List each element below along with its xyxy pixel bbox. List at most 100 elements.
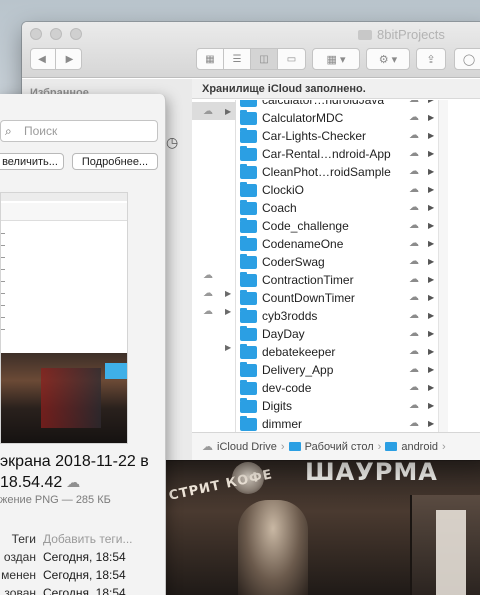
search-field[interactable]: ⌕ Поиск [0,120,158,142]
disclosure-arrow-icon: ▶ [428,113,435,122]
folder-row[interactable]: debatekeeper ☁ ▶ [236,344,438,362]
forward-arrow-icon[interactable]: ▶ [56,49,83,69]
tags-button[interactable]: ◯ [454,48,480,70]
folder-name: CleanPhot…roidSample [262,165,391,179]
folder-name: Code_challenge [262,219,349,233]
close-button[interactable] [30,28,42,40]
parent-column[interactable]: ☁ ▶ ☁ ☁ ▶ ☁ ▶ ▶ [192,100,236,432]
view-mode-control[interactable]: ▦ ☰ ◫ ▭ [196,48,306,70]
group-button[interactable]: ▦ ▾ [312,48,360,70]
folder-row[interactable]: CalculatorMDC ☁ ▶ [236,110,438,128]
next-column[interactable] [448,100,480,432]
cloud-download-icon[interactable]: ☁ [409,202,419,213]
cloud-icon: ☁ [203,305,213,317]
disclosure-arrow-icon: ▶ [428,275,435,284]
folder-row[interactable]: Digits ☁ ▶ [236,398,438,416]
folder-icon [240,110,257,125]
folder-row[interactable]: calculator…ndroidJava ☁ ▶ [236,100,438,110]
path-item-desktop[interactable]: Рабочий стол [305,441,374,453]
cloud-icon: ☁ [203,287,213,299]
cloud-download-icon[interactable]: ☁ [409,220,419,231]
folder-name: CalculatorMDC [262,111,344,125]
cloud-download-icon[interactable]: ☁ [409,112,419,123]
folder-name: Coach [262,201,297,215]
disclosure-arrow-icon: ▶ [428,419,435,428]
cloud-download-icon[interactable]: ☁ [409,100,419,105]
cloud-download-icon[interactable]: ☁ [409,166,419,177]
path-item-icloud-drive[interactable]: iCloud Drive [217,441,277,453]
folder-name: ContractionTimer [262,273,354,287]
folder-icon [385,442,398,451]
disclosure-arrow-icon: ▶ [428,293,435,302]
parent-column-row[interactable]: ▶ [192,338,236,356]
folder-icon [240,236,257,251]
thumbnail-sign [105,363,127,379]
folder-row[interactable]: Delivery_App ☁ ▶ [236,362,438,380]
folder-row[interactable]: cyb3rodds ☁ ▶ [236,308,438,326]
folder-name: Digits [262,399,293,413]
folder-row[interactable]: dev-code ☁ ▶ [236,380,438,398]
path-item-android[interactable]: android [401,441,438,453]
share-icon: ⇪ [426,53,436,66]
minimize-button[interactable] [50,28,62,40]
folder-icon [240,290,257,305]
folder-row[interactable]: CodenameOne ☁ ▶ [236,236,438,254]
folder-row[interactable]: Code_challenge ☁ ▶ [236,218,438,236]
shop-door [436,510,466,595]
title-bar[interactable]: 8bitProjects ◀ ▶ ▦ ☰ ◫ ▭ ▦ ▾ ⚙ ▾ ⇪ ◯ [22,22,480,78]
cloud-download-icon[interactable]: ☁ [409,256,419,267]
parent-column-selected-row[interactable]: ☁ ▶ [192,102,236,120]
back-forward-control[interactable]: ◀ ▶ [30,48,82,70]
back-arrow-icon[interactable]: ◀ [29,49,56,69]
folder-name: CodenameOne [262,237,344,251]
column-view-icon[interactable]: ◫ [251,49,278,69]
scrollbar[interactable] [438,100,448,432]
cloud-download-icon[interactable]: ☁ [409,310,419,321]
disclosure-arrow-icon: ▶ [428,365,435,374]
folder-row[interactable]: ContractionTimer ☁ ▶ [236,272,438,290]
cloud-download-icon[interactable]: ☁ [409,364,419,375]
folder-list-column[interactable]: calculator…ndroidJava☁▶CalculatorMDC☁▶Ca… [236,100,438,432]
cloud-download-icon[interactable]: ☁ [409,400,419,411]
folder-icon [240,200,257,215]
gallery-view-icon[interactable]: ▭ [278,49,305,69]
folder-row[interactable]: CoderSwag ☁ ▶ [236,254,438,272]
folder-row[interactable]: Coach ☁ ▶ [236,200,438,218]
sign-shawarma: ШАУРМА [305,458,438,486]
path-separator: › [442,440,446,453]
zoom-in-button[interactable]: величить... [0,153,64,170]
disclosure-arrow-icon: ▶ [428,383,435,392]
cloud-download-icon[interactable]: ☁ [409,328,419,339]
zoom-button[interactable] [70,28,82,40]
folder-row[interactable]: Car-Lights-Checker ☁ ▶ [236,128,438,146]
share-button[interactable]: ⇪ [416,48,446,70]
folder-row[interactable]: dimmer ☁ ▶ [236,416,438,432]
search-icon: ⌕ [5,124,12,138]
parent-column-row[interactable]: ☁ [192,266,236,284]
folder-row[interactable]: CountDownTimer ☁ ▶ [236,290,438,308]
cloud-download-icon[interactable]: ☁ [409,346,419,357]
folder-row[interactable]: ClockiO ☁ ▶ [236,182,438,200]
cloud-download-icon[interactable]: ☁ [409,238,419,249]
cloud-download-icon[interactable]: ☁ [409,184,419,195]
cloud-download-icon[interactable]: ☁ [409,382,419,393]
cloud-download-icon[interactable]: ☁ [409,292,419,303]
cloud-download-icon[interactable]: ☁ [409,148,419,159]
list-view-icon[interactable]: ☰ [224,49,251,69]
parent-column-row[interactable]: ☁ ▶ [192,284,236,302]
more-info-button[interactable]: Подробнее... [72,153,158,170]
action-button[interactable]: ⚙ ▾ [366,48,410,70]
parent-column-row[interactable]: ☁ ▶ [192,302,236,320]
metadata-key: оздан [3,550,36,564]
cloud-download-icon[interactable]: ☁ [409,130,419,141]
folder-row[interactable]: DayDay ☁ ▶ [236,326,438,344]
folder-row[interactable]: CleanPhot…roidSample ☁ ▶ [236,164,438,182]
search-placeholder: Поиск [24,124,58,138]
cloud-download-icon[interactable]: ☁ [409,418,419,429]
folder-row[interactable]: Car-Rental…ndroid-App ☁ ▶ [236,146,438,164]
icloud-storage-banner: Хранилище iCloud заполнено. [192,79,480,99]
cloud-download-icon[interactable]: ☁ [409,274,419,285]
icon-view-icon[interactable]: ▦ [197,49,224,69]
grid-icon: ▦ ▾ [326,53,346,66]
metadata-value[interactable]: Добавить теги... [43,532,132,546]
